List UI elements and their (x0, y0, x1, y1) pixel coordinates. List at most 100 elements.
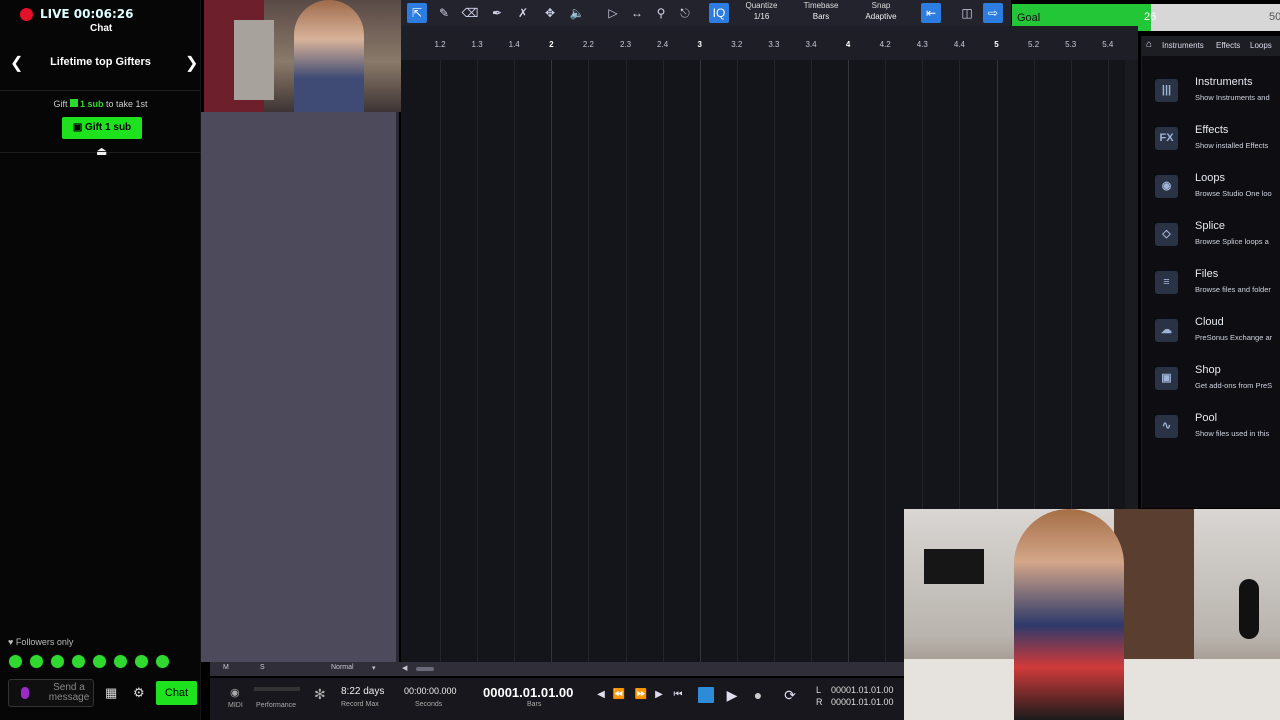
scroll-left-icon[interactable]: ◀ (402, 664, 407, 672)
microphone-icon[interactable] (21, 687, 29, 699)
emote-icon[interactable] (29, 654, 44, 669)
snap-toggle-icon[interactable]: ⇤ (921, 3, 941, 23)
ruler-tick: 4.2 (879, 40, 891, 49)
chevron-down-icon[interactable]: ▾ (372, 664, 376, 672)
fast-forward-icon[interactable]: ⏩ (633, 687, 649, 703)
emote-icon[interactable] (50, 654, 65, 669)
followers-only-label: Followers only (15, 637, 74, 647)
quantize-value: 1/16 (753, 12, 770, 21)
listen-tool-icon[interactable]: 🔈 (567, 3, 587, 23)
tab-instruments[interactable]: Instruments (1162, 41, 1204, 50)
mute-tool-icon[interactable]: ✗ (513, 3, 533, 23)
grid-line (477, 60, 479, 662)
track-list-area[interactable] (201, 112, 399, 662)
grid-line (588, 60, 590, 662)
solo-label[interactable]: S (260, 664, 265, 671)
quantize-control[interactable]: Quantize 1/16 (739, 0, 784, 22)
rewind-start-icon[interactable]: ◀ (593, 687, 609, 703)
chevron-right-icon[interactable]: ❯ (185, 53, 198, 73)
ruler-tick: 2 (549, 40, 554, 49)
timebase-control[interactable]: Timebase Bars (796, 0, 846, 22)
emote-icon[interactable] (113, 654, 128, 669)
snap-label: Snap (871, 1, 891, 10)
grid-line (625, 60, 627, 662)
browser-item-instruments[interactable]: ||| Instruments Show Instruments and (1152, 76, 1280, 116)
gifters-title: Lifetime top Gifters (50, 56, 151, 68)
seconds-label: Seconds (415, 701, 443, 708)
browser-item-desc: Browse files and folder (1195, 285, 1271, 294)
panel-splitter[interactable] (396, 112, 399, 662)
divider (0, 90, 201, 91)
tab-loops[interactable]: Loops (1250, 41, 1272, 50)
split-view-icon[interactable]: ◫ (957, 3, 977, 23)
end-icon[interactable]: ⏮ (670, 687, 686, 703)
midi-label: MIDI (228, 702, 243, 709)
emote-icon[interactable] (92, 654, 107, 669)
horizontal-scroll-thumb[interactable] (416, 667, 434, 671)
emote-icon[interactable] (155, 654, 170, 669)
browser-item-effects[interactable]: FX Effects Show installed Effects (1152, 124, 1280, 164)
ruler-tick: 2.2 (582, 40, 594, 49)
gift-hint: Gift 1 sub to take 1st (0, 99, 201, 109)
iq-icon[interactable]: IQ (709, 3, 729, 23)
browser-item-loops[interactable]: ◉ Loops Browse Studio One loo (1152, 172, 1280, 212)
chat-message-input[interactable]: Send a message (8, 679, 94, 707)
collapse-icon[interactable]: ⏏ (96, 144, 107, 158)
piano-icon: ||| (1155, 79, 1178, 102)
ruler-tick: 5.4 (1102, 40, 1114, 49)
stretch-icon[interactable]: ↔ (627, 3, 647, 23)
rewind-icon[interactable]: ⏪ (611, 687, 627, 703)
mute-label[interactable]: M (223, 664, 229, 671)
browser-item-files[interactable]: ≡ Files Browse files and folder (1152, 268, 1280, 308)
arrow-tool-icon[interactable]: ⇱ (407, 3, 427, 23)
eraser-tool-icon[interactable]: ⌫ (460, 3, 480, 23)
emote-icon[interactable] (134, 654, 149, 669)
timeline-ruler[interactable]: 1.2 1.3 1.4 2 2.2 2.3 2.4 3 3.2 3.3 3.4 4 4.2 4.3 4.4 5… (401, 26, 1138, 60)
loop-icon[interactable]: ⟳ (778, 687, 802, 703)
browser-tabs: ⌂ Instruments Effects Loops (1142, 36, 1280, 56)
browser-item-cloud[interactable]: ☁ Cloud PreSonus Exchange ar (1152, 316, 1280, 356)
files-icon: ≡ (1155, 271, 1178, 294)
next-icon[interactable]: ▶ (651, 687, 667, 703)
browser-item-desc: Show files used in this (1195, 429, 1270, 438)
snap-control[interactable]: Snap Adaptive (856, 0, 906, 22)
follow-icon[interactable]: ⇨ (983, 3, 1003, 23)
record-button[interactable]: ● (750, 687, 766, 703)
live-indicator: LIVE 00:06:26 Chat (20, 7, 200, 34)
mode-select[interactable]: Normal (331, 664, 354, 671)
paint-tool-icon[interactable]: ✒ (487, 3, 507, 23)
emote-icon[interactable] (71, 654, 86, 669)
snap-value: Adaptive (865, 12, 897, 21)
ruler-tick: 2.3 (619, 40, 632, 49)
ruler-tick: 2.4 (657, 40, 669, 49)
gift-hint-prefix: Gift (53, 99, 68, 109)
grid-line (440, 60, 441, 662)
webcam-overhead (204, 0, 401, 112)
gift-sub-button[interactable]: ▣ Gift 1 sub (62, 117, 142, 139)
stop-button[interactable] (698, 687, 714, 703)
midi-icon: ◉ (230, 687, 240, 699)
pencil-tool-icon[interactable]: ✎ (434, 3, 454, 23)
zoom-icon[interactable]: ⚲ (651, 3, 671, 23)
loop-left-value: 00001.01.01.00 (831, 685, 894, 695)
home-icon[interactable]: ⌂ (1146, 39, 1152, 50)
tab-effects[interactable]: Effects (1216, 41, 1240, 50)
link-icon[interactable]: ⎋ (675, 3, 695, 23)
loop-left-label: L (816, 685, 822, 695)
play-button[interactable]: ▶ (724, 687, 740, 703)
chat-send-button[interactable]: Chat (156, 681, 197, 705)
emote-icon[interactable] (8, 654, 23, 669)
ruler-tick: 4.4 (953, 40, 965, 49)
gift-sub-label: Gift 1 sub (85, 122, 132, 133)
browser-item-splice[interactable]: ◇ Splice Browse Splice loops a (1152, 220, 1280, 260)
browser-item-pool[interactable]: ∿ Pool Show files used in this (1152, 412, 1280, 452)
browser-item-shop[interactable]: ▣ Shop Get add-ons from PreS (1152, 364, 1280, 404)
grid-line (885, 60, 887, 662)
grid-line (848, 60, 850, 662)
browser-item-name: Effects (1195, 124, 1229, 136)
forward-icon[interactable]: ▷ (603, 3, 623, 23)
grid-line (662, 60, 664, 662)
gear-icon[interactable]: ⚙ (133, 685, 145, 701)
store-icon[interactable]: ▦ (105, 685, 117, 701)
split-tool-icon[interactable]: ✥ (540, 3, 560, 23)
